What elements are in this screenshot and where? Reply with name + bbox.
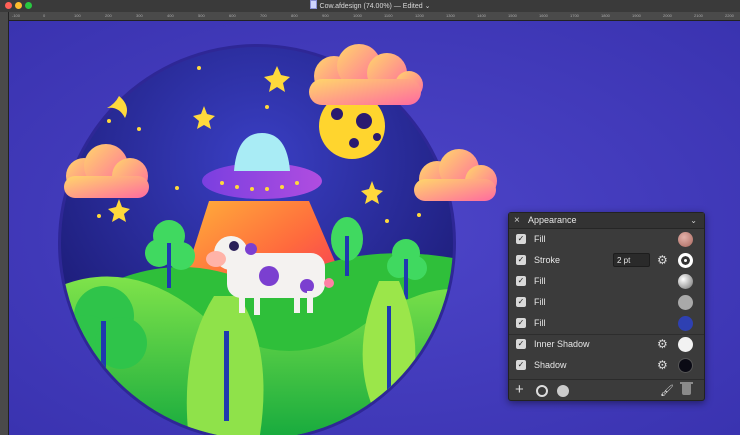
ruler-tick-label: 700 bbox=[260, 13, 267, 18]
ruler-tick-label: 0 bbox=[43, 13, 46, 18]
row-checkbox[interactable]: ✓ bbox=[516, 234, 526, 244]
ruler-tick-label: 1900 bbox=[632, 13, 641, 18]
fill-swatch[interactable] bbox=[678, 295, 693, 310]
appearance-row-shadow[interactable]: ✓ Shadow ⚙ bbox=[509, 355, 704, 376]
row-checkbox[interactable]: ✓ bbox=[516, 255, 526, 265]
ruler-tick-label: -100 bbox=[12, 13, 21, 18]
ruler-tick-label: 500 bbox=[198, 13, 205, 18]
panel-header: × Appearance ⌄ bbox=[509, 213, 704, 229]
ruler-tick-label: 400 bbox=[167, 13, 174, 18]
ruler-tick-label: 100 bbox=[74, 13, 81, 18]
title-menu-chevron-icon[interactable]: ⌄ bbox=[425, 3, 431, 10]
ruler-tick-label: 1700 bbox=[570, 13, 579, 18]
chevron-down-icon[interactable]: ⌄ bbox=[690, 213, 697, 228]
row-label: Shadow bbox=[534, 360, 567, 370]
trash-icon[interactable] bbox=[680, 382, 693, 395]
appearance-row-fill-2[interactable]: ✓ Fill bbox=[509, 271, 704, 292]
ruler-tick-label: 800 bbox=[291, 13, 298, 18]
appearance-row-fill-4[interactable]: ✓ Fill bbox=[509, 313, 704, 334]
close-icon[interactable]: × bbox=[514, 213, 520, 228]
vertical-ruler[interactable] bbox=[0, 12, 9, 435]
ruler-tick-label: 300 bbox=[136, 13, 143, 18]
ruler-tick-label: 1800 bbox=[601, 13, 610, 18]
effect-swatch[interactable] bbox=[678, 337, 693, 352]
stroke-width-field[interactable]: 2 pt bbox=[613, 253, 650, 267]
appearance-row-stroke[interactable]: ✓ Stroke 2 pt ⚙ bbox=[509, 250, 704, 271]
stroke-swatch[interactable] bbox=[678, 253, 693, 268]
ruler-tick-label: 1400 bbox=[477, 13, 486, 18]
panel-title: Appearance bbox=[528, 215, 577, 225]
document-title: Cow.afdesign (74.00%) — Edited ⌄ bbox=[0, 0, 740, 12]
ruler-tick-label: 200 bbox=[105, 13, 112, 18]
gear-icon[interactable]: ⚙ bbox=[657, 337, 668, 352]
row-checkbox[interactable]: ✓ bbox=[516, 276, 526, 286]
ruler-tick-label: 1200 bbox=[415, 13, 424, 18]
row-label: Stroke bbox=[534, 255, 561, 265]
row-label: Fill bbox=[534, 297, 546, 307]
appearance-panel: × Appearance ⌄ ✓ Fill ✓ Stroke 2 pt ⚙ ✓ … bbox=[508, 212, 705, 401]
ruler-tick-label: 1300 bbox=[446, 13, 455, 18]
document-icon bbox=[309, 0, 317, 9]
fill-swatch[interactable] bbox=[678, 232, 693, 247]
row-checkbox[interactable]: ✓ bbox=[516, 339, 526, 349]
fill-swatch[interactable] bbox=[678, 316, 693, 331]
row-label: Fill bbox=[534, 318, 546, 328]
document-title-text: Cow.afdesign (74.00%) — Edited bbox=[319, 3, 423, 10]
ruler-tick-label: 1000 bbox=[353, 13, 362, 18]
ruler-tick-label: 2200 bbox=[725, 13, 734, 18]
ruler-tick-label: 2100 bbox=[694, 13, 703, 18]
ruler-tick-label: 1600 bbox=[539, 13, 548, 18]
appearance-row-fill-1[interactable]: ✓ Fill bbox=[509, 229, 704, 250]
row-label: Fill bbox=[534, 234, 546, 244]
ruler-tick-label: 1500 bbox=[508, 13, 517, 18]
panel-footer: + 🖌 bbox=[509, 379, 704, 401]
fill-swatch[interactable] bbox=[678, 274, 693, 289]
ruler-tick-label: 1100 bbox=[384, 13, 393, 18]
add-stroke-icon[interactable] bbox=[536, 385, 548, 397]
row-checkbox[interactable]: ✓ bbox=[516, 297, 526, 307]
brush-icon[interactable]: 🖌 bbox=[660, 384, 674, 397]
ruler-tick-label: 900 bbox=[322, 13, 329, 18]
add-icon[interactable]: + bbox=[515, 382, 524, 397]
effect-swatch[interactable] bbox=[678, 358, 693, 373]
row-label: Inner Shadow bbox=[534, 339, 590, 349]
gear-icon[interactable]: ⚙ bbox=[657, 253, 668, 268]
appearance-row-inner-shadow[interactable]: ✓ Inner Shadow ⚙ bbox=[509, 334, 704, 355]
row-checkbox[interactable]: ✓ bbox=[516, 318, 526, 328]
add-fill-icon[interactable] bbox=[557, 385, 569, 397]
horizontal-ruler[interactable]: -100 0 100 200 300 400 500 600 700 800 900 1000 1100… bbox=[8, 12, 740, 21]
gear-icon[interactable]: ⚙ bbox=[657, 358, 668, 373]
ruler-tick-label: 600 bbox=[229, 13, 236, 18]
row-label: Fill bbox=[534, 276, 546, 286]
appearance-row-fill-3[interactable]: ✓ Fill bbox=[509, 292, 704, 313]
ruler-tick-label: 2000 bbox=[663, 13, 672, 18]
row-checkbox[interactable]: ✓ bbox=[516, 360, 526, 370]
